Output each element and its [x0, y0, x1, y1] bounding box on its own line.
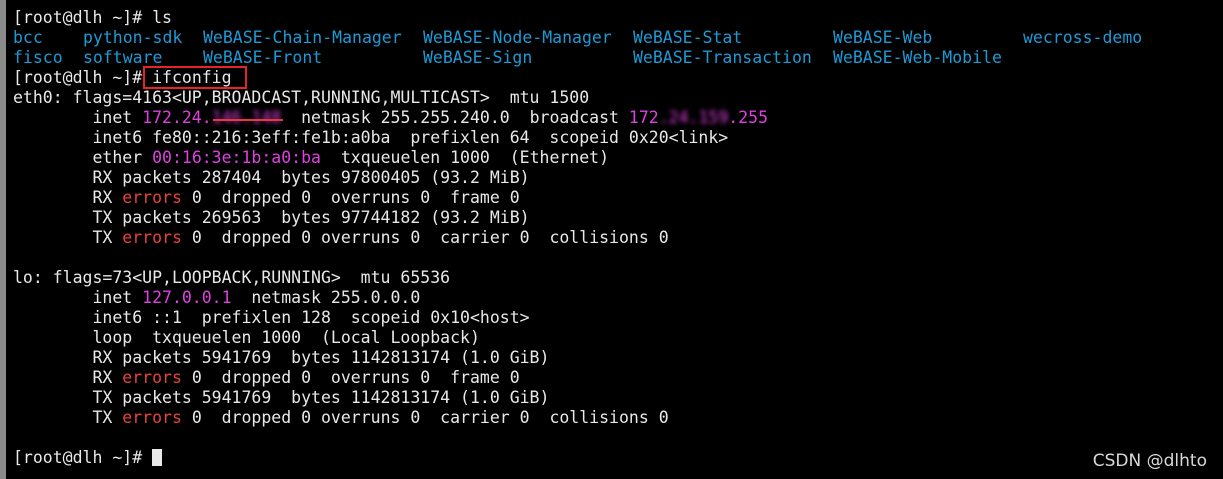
lo-tx-errors: TX errors 0 dropped 0 overruns 0 carrier… [13, 408, 1223, 428]
directory-entry: WeBASE-Node-Manager [423, 28, 612, 47]
redaction-strike [213, 119, 283, 121]
rx-label: RX [13, 368, 123, 387]
lo-rx-errors: RX errors 0 dropped 0 overruns 0 frame 0 [13, 368, 1223, 388]
directory-entry: WeBASE-Sign [423, 48, 533, 67]
text-cursor[interactable] [152, 449, 163, 466]
command-text: ls [152, 8, 172, 27]
command-line-current[interactable]: [root@dlh ~]# [13, 448, 1223, 468]
lo-tx-packets: TX packets 5941769 bytes 1142813174 (1.0… [13, 388, 550, 407]
errors-word: errors [122, 188, 182, 207]
rx-label: RX [13, 188, 123, 207]
inet-address: 172.24. [142, 108, 212, 127]
ether-rest: txqueuelen 1000 (Ethernet) [320, 148, 610, 167]
eth0-rx-errors: RX errors 0 dropped 0 overruns 0 frame 0 [13, 188, 1223, 208]
redacted-address-part: 146.148 [211, 108, 282, 127]
directory-entry: bcc [13, 28, 43, 47]
errors-word: errors [122, 408, 182, 427]
inet-address: 127.0.0.1 [142, 288, 232, 307]
shell-prompt: [root@dlh ~]# [13, 68, 153, 87]
errors-word: errors [122, 368, 182, 387]
command-text: ifconfig [152, 68, 232, 87]
ls-output-row-1: bcc python-sdk WeBASE-Chain-Manager WeBA… [13, 28, 1223, 48]
tx-errors-rest: 0 dropped 0 overruns 0 carrier 0 collisi… [181, 408, 669, 427]
directory-entry: WeBASE-Chain-Manager [203, 28, 402, 47]
directory-entry: software [83, 48, 163, 67]
shell-prompt: [root@dlh ~]# [13, 8, 153, 27]
directory-entry: WeBASE-Front [203, 48, 323, 67]
rx-errors-rest: 0 dropped 0 overruns 0 frame 0 [181, 188, 520, 207]
eth0-tx-errors: TX errors 0 dropped 0 overruns 0 carrier… [13, 228, 1223, 248]
directory-entry: WeBASE-Stat [633, 28, 743, 47]
lo-inet6-line: inet6 ::1 prefixlen 128 scopeid 0x10<hos… [13, 308, 530, 327]
directory-entry: python-sdk [83, 28, 183, 47]
directory-entry: WeBASE-Web-Mobile [833, 48, 1002, 67]
lo-loop-line: loop txqueuelen 1000 (Local Loopback) [13, 328, 480, 347]
mac-address: 00:16:3e:1b:a0:ba [152, 148, 321, 167]
tx-label: TX [13, 408, 123, 427]
ether-label: ether [13, 148, 153, 167]
eth0-inet-line: inet 172.24.146.148 netmask 255.255.240.… [13, 108, 1223, 128]
shell-prompt: [root@dlh ~]# [13, 448, 153, 467]
command-line-ifconfig: [root@dlh ~]# ifconfig [13, 66, 1223, 89]
rx-errors-rest: 0 dropped 0 overruns 0 frame 0 [181, 368, 520, 387]
tx-errors-rest: 0 dropped 0 overruns 0 carrier 0 collisi… [181, 228, 669, 247]
command-line-ls: [root@dlh ~]# ls [13, 8, 1223, 28]
eth0-header: eth0: flags=4163<UP,BROADCAST,RUNNING,MU… [13, 88, 590, 107]
broadcast-address: 172 [628, 108, 659, 127]
eth0-inet6-line: inet6 fe80::216:3eff:fe1b:a0ba prefixlen… [13, 128, 729, 147]
lo-inet-line: inet 127.0.0.1 netmask 255.0.0.0 [13, 288, 1223, 308]
terminal-screen: [root@dlh ~]# ls bcc python-sdk WeBASE-C… [13, 8, 1223, 468]
eth0-tx-packets: TX packets 269563 bytes 97744182 (93.2 M… [13, 208, 530, 227]
tx-label: TX [13, 228, 123, 247]
redacted-address-part: .24.159 [658, 108, 729, 127]
terminal-window[interactable]: [root@dlh ~]# ls bcc python-sdk WeBASE-C… [0, 0, 1223, 479]
netmask-text: netmask 255.0.0.0 [231, 288, 421, 307]
ls-output-row-2: fisco software WeBASE-Front WeBASE-Sign … [13, 48, 1223, 68]
lo-header: lo: flags=73<UP,LOOPBACK,RUNNING> mtu 65… [13, 268, 451, 287]
eth0-ether-line: ether 00:16:3e:1b:a0:ba txqueuelen 1000 … [13, 148, 1223, 168]
netmask-text: netmask 255.255.240.0 broadcast [281, 108, 629, 127]
directory-entry: fisco [13, 48, 63, 67]
errors-word: errors [122, 228, 182, 247]
inet-label: inet [13, 108, 143, 127]
inet-label: inet [13, 288, 143, 307]
watermark-text: CSDN @dlhto [1092, 451, 1207, 471]
lo-rx-packets: RX packets 5941769 bytes 1142813174 (1.0… [13, 348, 550, 367]
directory-entry: WeBASE-Transaction [633, 48, 812, 67]
directory-entry: WeBASE-Web [833, 28, 933, 47]
eth0-rx-packets: RX packets 287404 bytes 97800405 (93.2 M… [13, 168, 530, 187]
broadcast-address-end: .255 [728, 108, 769, 127]
directory-entry: wecross-demo [1023, 28, 1143, 47]
